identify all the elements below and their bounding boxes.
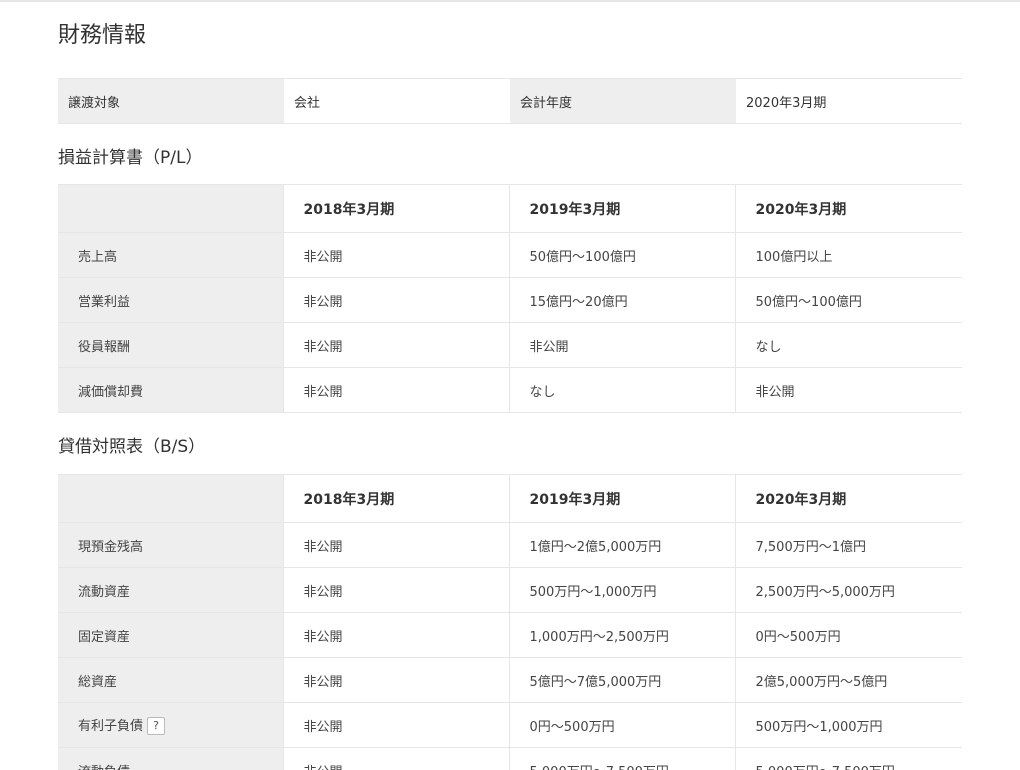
bs-row-label: 固定資産 <box>58 612 283 658</box>
bs-cell: 0円〜500万円 <box>734 612 962 658</box>
pl-cell: 非公開 <box>282 232 509 278</box>
bs-year-header: 2018年3月期 <box>282 474 509 523</box>
page-title: 財務情報 <box>58 23 147 48</box>
transfer-info-table: 譲渡対象 会社 会計年度 2020年3月期 <box>58 78 962 124</box>
bs-cell: 非公開 <box>282 522 509 568</box>
pl-row-label: 減価償却費 <box>58 367 283 413</box>
help-icon[interactable]: ? <box>147 717 166 736</box>
transfer-info-row: 譲渡対象 会社 会計年度 2020年3月期 <box>58 78 962 124</box>
pl-cell: 非公開 <box>734 367 962 413</box>
bs-cell: 1,000万円〜2,500万円 <box>508 612 735 658</box>
fiscal-year-value: 2020年3月期 <box>736 78 962 124</box>
bs-row-label-text: 有利子負債 <box>78 718 144 734</box>
bs-cell: 1億円〜2億5,000万円 <box>508 522 735 568</box>
pl-section-title: 損益計算書（P/L） <box>58 148 203 168</box>
bs-cell: 非公開 <box>282 747 509 770</box>
table-row: 流動負債 非公開 5,000万円〜7,500万円 5,000万円〜7,500万円 <box>58 747 962 770</box>
bs-cell: 7,500万円〜1億円 <box>734 522 962 568</box>
table-row: 売上高 非公開 50億円〜100億円 100億円以上 <box>58 232 962 278</box>
pl-cell: なし <box>508 367 735 413</box>
pl-cell: 非公開 <box>282 277 509 323</box>
bs-row-label: 現預金残高 <box>58 522 283 568</box>
pl-year-header: 2020年3月期 <box>734 184 962 233</box>
pl-cell: 非公開 <box>282 322 509 368</box>
bs-cell: 非公開 <box>282 567 509 613</box>
bs-cell: 5億円〜7億5,000万円 <box>508 657 735 703</box>
bs-cell: 0円〜500万円 <box>508 702 735 748</box>
bs-row-label-with-help: 有利子負債? <box>58 702 283 748</box>
bs-year-header: 2020年3月期 <box>734 474 962 523</box>
pl-header-corner <box>58 184 283 233</box>
pl-year-header: 2018年3月期 <box>282 184 509 233</box>
bs-year-header: 2019年3月期 <box>508 474 735 523</box>
bs-table: 2018年3月期 2019年3月期 2020年3月期 現預金残高 非公開 1億円… <box>58 474 962 770</box>
table-row: 役員報酬 非公開 非公開 なし <box>58 322 962 368</box>
bs-cell: 非公開 <box>282 702 509 748</box>
table-row: 固定資産 非公開 1,000万円〜2,500万円 0円〜500万円 <box>58 612 962 658</box>
transfer-target-value: 会社 <box>284 78 510 124</box>
bs-cell: 5,000万円〜7,500万円 <box>734 747 962 770</box>
pl-cell: 非公開 <box>508 322 735 368</box>
transfer-target-label: 譲渡対象 <box>58 78 284 124</box>
pl-cell: なし <box>734 322 962 368</box>
bs-row-label: 総資産 <box>58 657 283 703</box>
bs-cell: 非公開 <box>282 657 509 703</box>
bs-header-corner <box>58 474 283 523</box>
bs-row-label: 流動負債 <box>58 747 283 770</box>
pl-table: 2018年3月期 2019年3月期 2020年3月期 売上高 非公開 50億円〜… <box>58 184 962 413</box>
bs-cell: 5,000万円〜7,500万円 <box>508 747 735 770</box>
bs-section-title: 貸借対照表（B/S） <box>58 437 206 457</box>
table-row: 営業利益 非公開 15億円〜20億円 50億円〜100億円 <box>58 277 962 323</box>
pl-row-label: 売上高 <box>58 232 283 278</box>
bs-cell: 500万円〜1,000万円 <box>734 702 962 748</box>
pl-header-row: 2018年3月期 2019年3月期 2020年3月期 <box>58 184 962 233</box>
pl-cell: 50億円〜100億円 <box>508 232 735 278</box>
bs-cell: 非公開 <box>282 612 509 658</box>
bs-cell: 500万円〜1,000万円 <box>508 567 735 613</box>
table-row: 現預金残高 非公開 1億円〜2億5,000万円 7,500万円〜1億円 <box>58 522 962 568</box>
pl-year-header: 2019年3月期 <box>508 184 735 233</box>
table-row: 総資産 非公開 5億円〜7億5,000万円 2億5,000万円〜5億円 <box>58 657 962 703</box>
bs-cell: 2,500万円〜5,000万円 <box>734 567 962 613</box>
pl-row-label: 役員報酬 <box>58 322 283 368</box>
pl-cell: 100億円以上 <box>734 232 962 278</box>
bs-cell: 2億5,000万円〜5億円 <box>734 657 962 703</box>
pl-row-label: 営業利益 <box>58 277 283 323</box>
table-row: 流動資産 非公開 500万円〜1,000万円 2,500万円〜5,000万円 <box>58 567 962 613</box>
fiscal-year-label: 会計年度 <box>510 78 736 124</box>
pl-cell: 非公開 <box>282 367 509 413</box>
top-border <box>0 0 1020 2</box>
pl-cell: 50億円〜100億円 <box>734 277 962 323</box>
bs-row-label: 流動資産 <box>58 567 283 613</box>
table-row: 有利子負債? 非公開 0円〜500万円 500万円〜1,000万円 <box>58 702 962 748</box>
bs-header-row: 2018年3月期 2019年3月期 2020年3月期 <box>58 474 962 523</box>
table-row: 減価償却費 非公開 なし 非公開 <box>58 367 962 413</box>
pl-cell: 15億円〜20億円 <box>508 277 735 323</box>
